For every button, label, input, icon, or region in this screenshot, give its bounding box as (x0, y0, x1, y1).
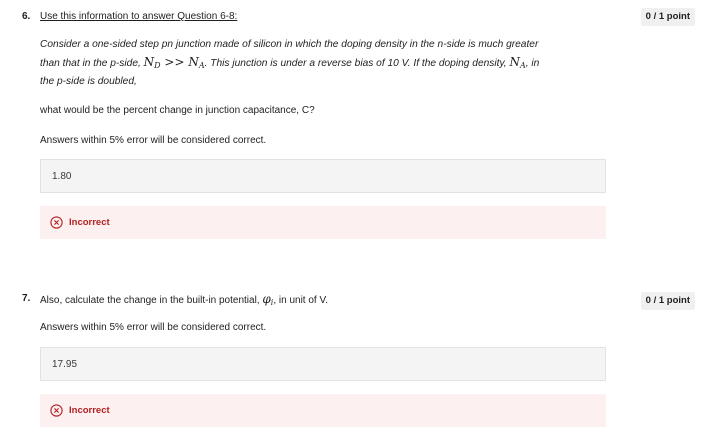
question-6: 6. Use this information to answer Questi… (0, 0, 723, 250)
answer-value: 17.95 (52, 359, 78, 370)
tolerance-note: Answers within 5% error will be consider… (40, 135, 267, 146)
prompt-text: , in unit of V. (273, 295, 329, 306)
x-circle-icon (50, 216, 63, 229)
math-symbol: N (143, 54, 155, 69)
math-symbol: N (188, 54, 199, 69)
feedback-label: Incorrect (69, 217, 110, 228)
math-na: NA (509, 54, 525, 70)
intro-text: than that in the p-side, (40, 57, 144, 69)
intro-text: . This junction is under a reverse bias … (204, 57, 510, 69)
prompt-text: Also, calculate the change in the built-… (40, 295, 263, 306)
x-circle-icon (50, 404, 63, 417)
feedback-incorrect: Incorrect (40, 206, 606, 239)
question-intro: Consider a one-sided step pn junction ma… (40, 37, 600, 91)
question-title: Use this information to answer Question … (40, 11, 238, 22)
intro-line-1: Consider a one-sided step pn junction ma… (40, 39, 539, 50)
points-badge: 0 / 1 point (640, 292, 695, 310)
tolerance-note: Answers within 5% error will be consider… (40, 322, 267, 333)
math-nd: ND >> NA (143, 54, 205, 70)
intro-text: , in (525, 57, 540, 69)
question-prompt: Also, calculate the change in the built-… (40, 293, 328, 309)
math-phi: φi (262, 292, 273, 307)
question-number: 7. (22, 293, 31, 304)
math-symbol: φ (262, 292, 271, 306)
answer-field[interactable]: 17.95 (40, 347, 606, 381)
answer-field[interactable]: 1.80 (40, 159, 606, 193)
feedback-label: Incorrect (69, 405, 110, 416)
math-operator: >> (160, 54, 189, 69)
feedback-incorrect: Incorrect (40, 394, 606, 427)
question-7: 7. Also, calculate the change in the bui… (0, 280, 723, 438)
intro-line-2: than that in the p-side, ND >> NA. This … (40, 54, 600, 75)
math-symbol: N (509, 54, 520, 69)
question-prompt: what would be the percent change in junc… (40, 105, 315, 116)
points-badge: 0 / 1 point (640, 8, 695, 26)
answer-value: 1.80 (52, 171, 72, 182)
question-number: 6. (22, 11, 31, 22)
intro-line-3: the p-side is doubled, (40, 76, 137, 87)
